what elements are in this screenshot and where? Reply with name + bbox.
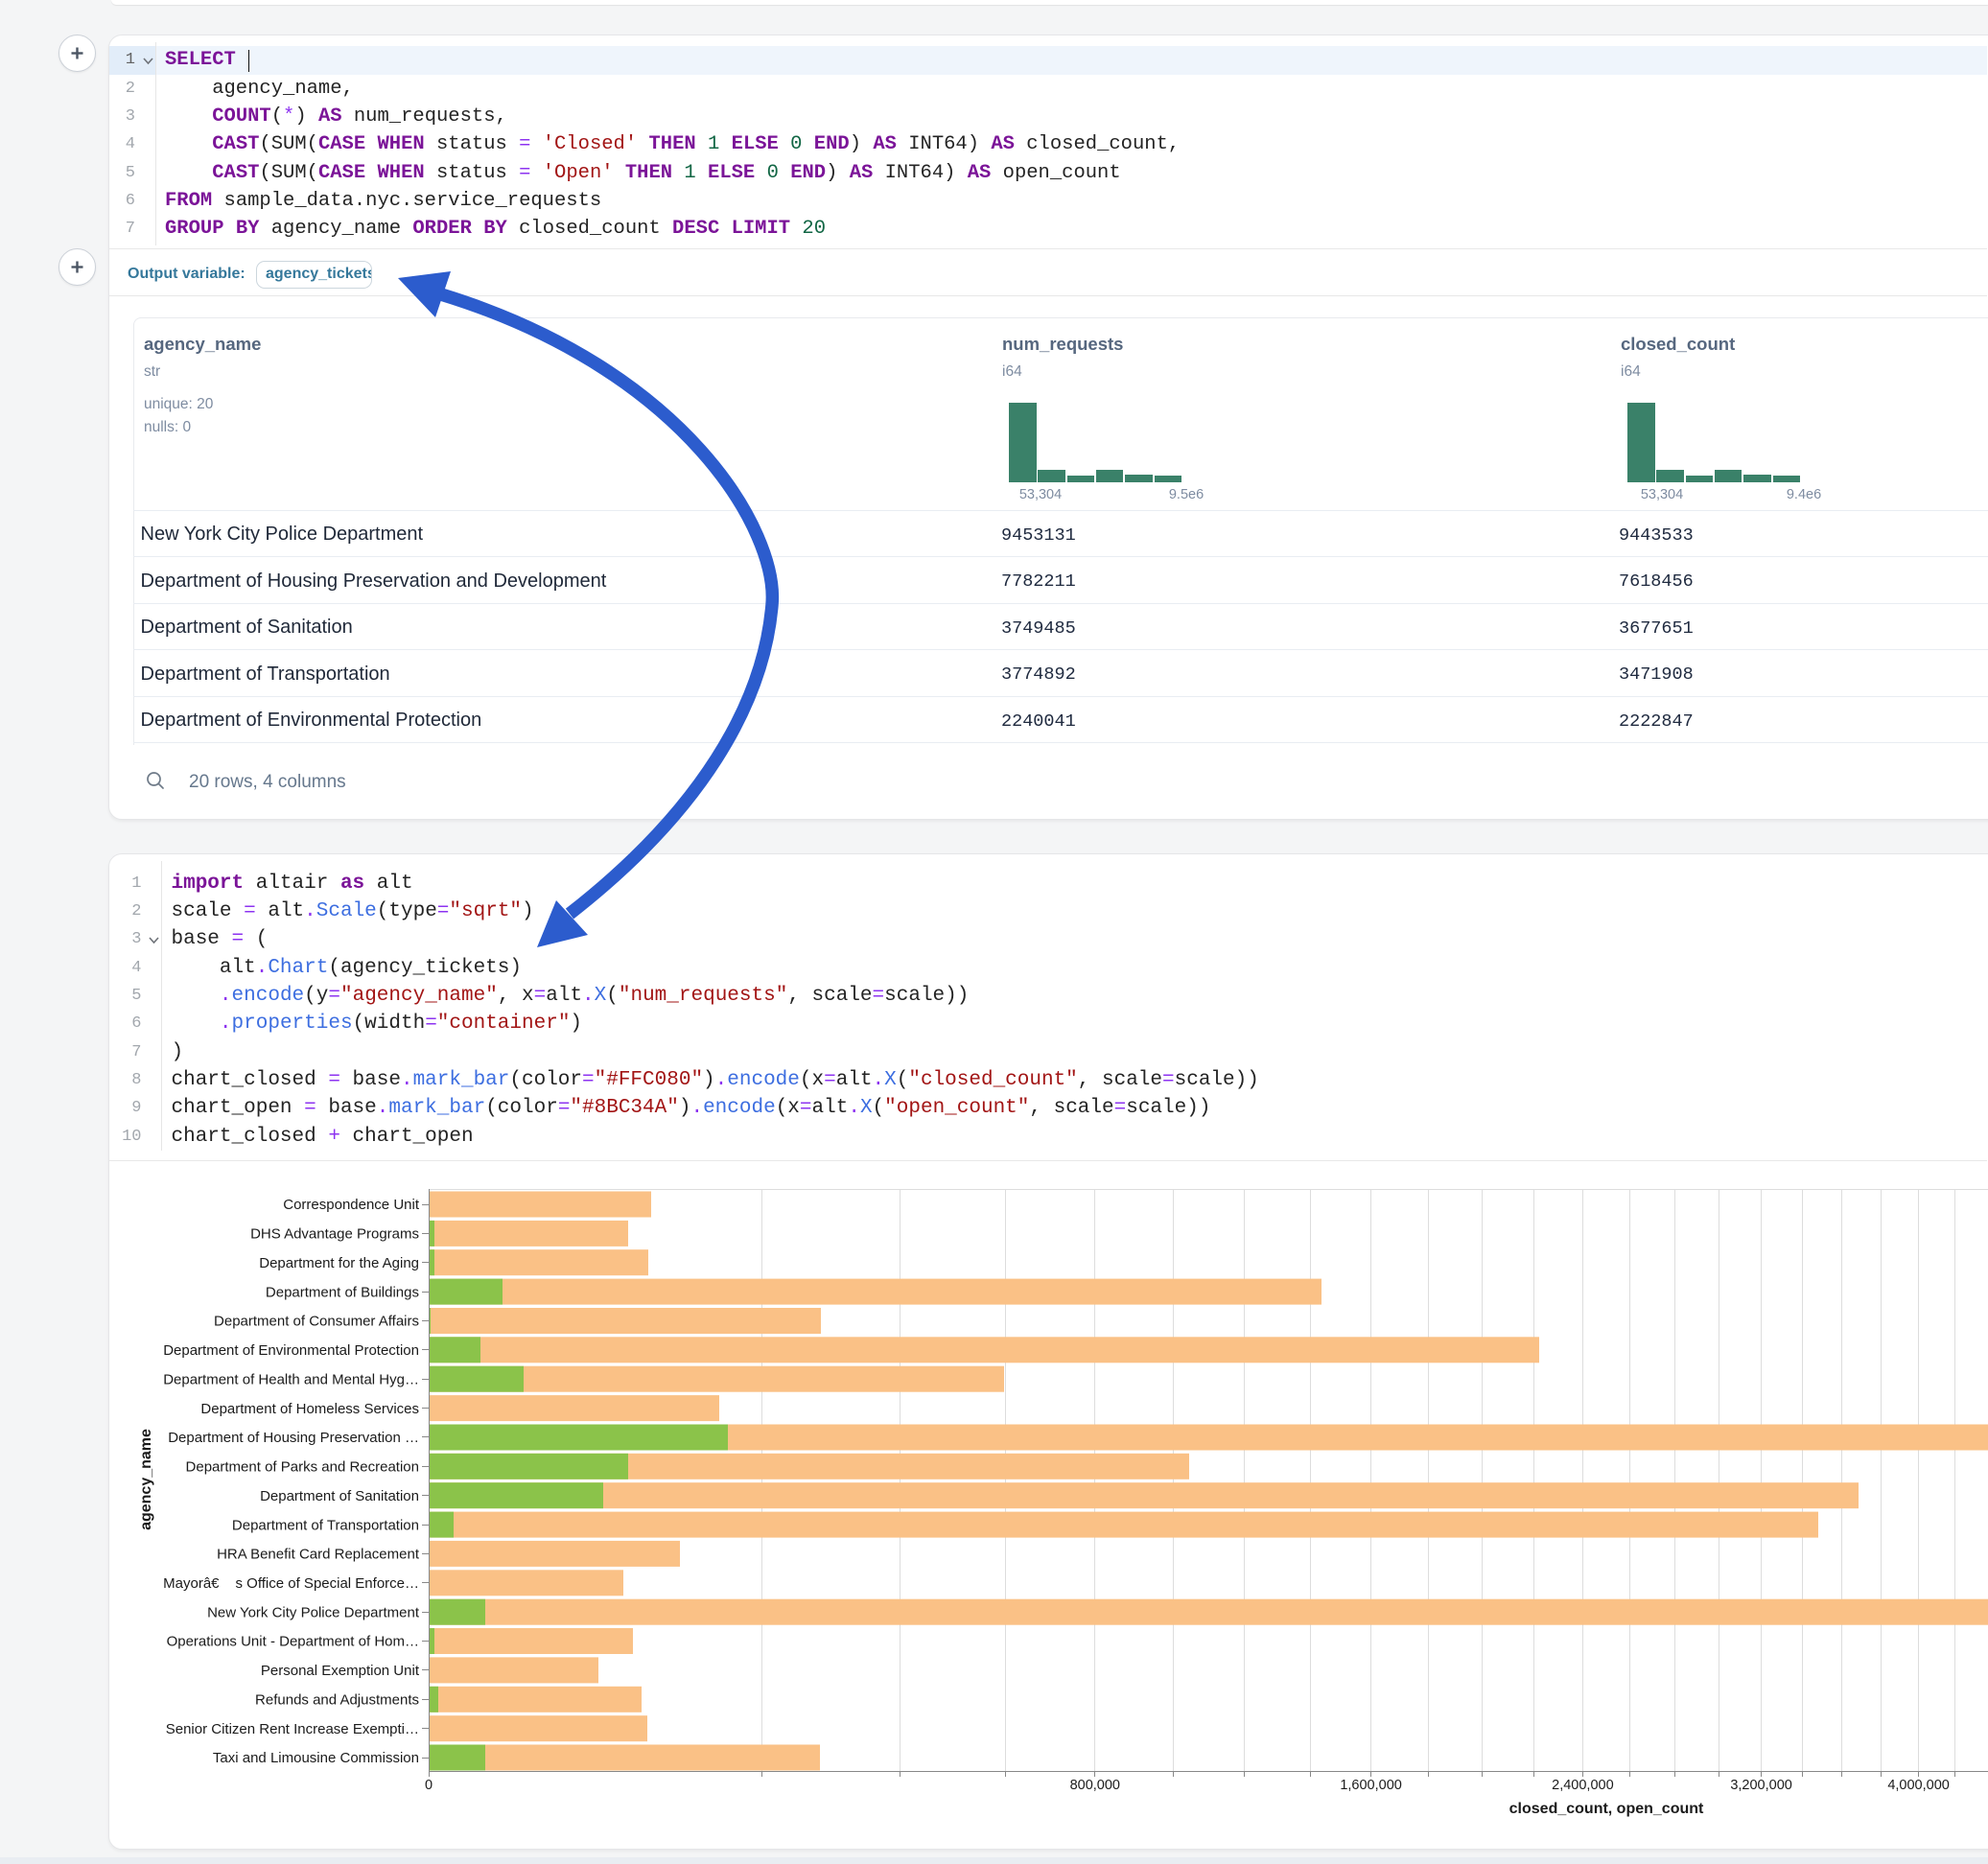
svg-text:Correspondence Unit: Correspondence Unit <box>283 1197 420 1213</box>
svg-text:Department of Consumer Affairs: Department of Consumer Affairs <box>214 1314 419 1330</box>
svg-text:2,400,000: 2,400,000 <box>1552 1778 1614 1793</box>
svg-text:Department for the Aging: Department for the Aging <box>259 1255 419 1271</box>
svg-text:Department of Sanitation: Department of Sanitation <box>260 1488 419 1504</box>
svg-text:Taxi and Limousine Commission: Taxi and Limousine Commission <box>213 1750 419 1766</box>
svg-text:HRA Benefit Card Replacement: HRA Benefit Card Replacement <box>217 1547 420 1563</box>
svg-text:800,000: 800,000 <box>1070 1778 1120 1793</box>
svg-text:Department of Environmental Pr: Department of Environmental Protection <box>163 1342 419 1359</box>
svg-text:agency_name: agency_name <box>138 1429 154 1530</box>
svg-text:Refunds and Adjustments: Refunds and Adjustments <box>255 1692 419 1709</box>
svg-text:Personal Exemption Unit: Personal Exemption Unit <box>261 1663 420 1679</box>
svg-text:Department of Health and Menta: Department of Health and Mental Hyg… <box>163 1371 419 1387</box>
svg-text:Department of Housing Preserva: Department of Housing Preservation … <box>168 1430 419 1446</box>
svg-text:Operations Unit - Department o: Operations Unit - Department of Hom… <box>167 1634 419 1650</box>
svg-text:0: 0 <box>425 1778 433 1793</box>
svg-text:Senior Citizen Rent Increase E: Senior Citizen Rent Increase Exempti… <box>166 1721 419 1737</box>
svg-text:4,000,000: 4,000,000 <box>1887 1778 1950 1793</box>
svg-text:New York City Police Departmen: New York City Police Department <box>207 1604 420 1620</box>
svg-text:3,200,000: 3,200,000 <box>1730 1778 1792 1793</box>
svg-text:Mayorâ€s Office of Special Enf: Mayorâ€s Office of Special Enforce… <box>163 1575 419 1592</box>
svg-text:Department of Homeless Service: Department of Homeless Services <box>200 1401 419 1417</box>
svg-text:closed_count, open_count: closed_count, open_count <box>1509 1801 1704 1817</box>
svg-text:Department of Parks and Recrea: Department of Parks and Recreation <box>186 1459 419 1476</box>
svg-text:Department of Transportation: Department of Transportation <box>232 1517 419 1533</box>
svg-text:Department of Buildings: Department of Buildings <box>266 1284 419 1300</box>
svg-text:1,600,000: 1,600,000 <box>1340 1778 1402 1793</box>
svg-text:DHS Advantage Programs: DHS Advantage Programs <box>250 1226 419 1243</box>
